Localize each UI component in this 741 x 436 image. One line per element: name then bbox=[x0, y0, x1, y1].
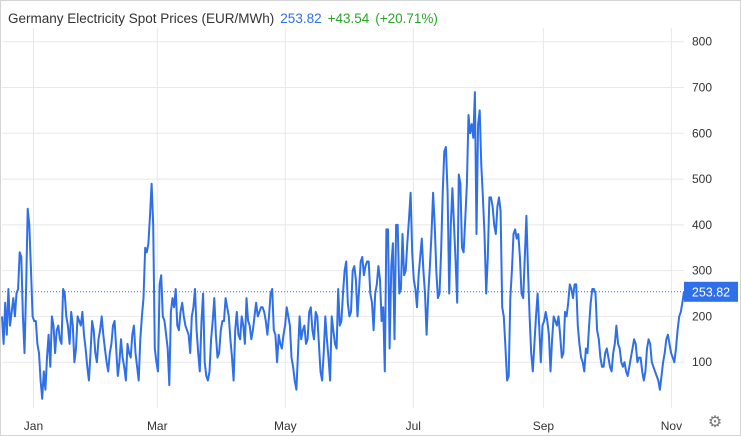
y-tick-label: 700 bbox=[692, 81, 712, 95]
x-tick-label: Jul bbox=[406, 419, 421, 433]
y-axis: 100 200 300 400 500 600 700 800 bbox=[692, 35, 712, 369]
x-tick-label: Jan bbox=[24, 419, 43, 433]
gear-icon[interactable]: ⚙ bbox=[706, 414, 724, 432]
y-tick-label: 500 bbox=[692, 172, 712, 186]
x-tick-label: Sep bbox=[533, 419, 555, 433]
x-tick-label: Nov bbox=[661, 419, 682, 433]
last-value-tag-label: 253.82 bbox=[692, 285, 730, 299]
y-tick-label: 800 bbox=[692, 35, 712, 49]
y-tick-label: 100 bbox=[692, 355, 712, 369]
x-tick-label: May bbox=[274, 419, 297, 433]
y-tick-label: 200 bbox=[692, 309, 712, 323]
x-tick-label: Mar bbox=[147, 419, 168, 433]
line-chart: 100 200 300 400 500 600 700 800 Jan Mar May Jul Sep… bbox=[1, 28, 738, 433]
y-tick-label: 600 bbox=[692, 126, 712, 140]
series-line bbox=[1, 91, 685, 400]
y-tick-label: 400 bbox=[692, 218, 712, 232]
x-axis: Jan Mar May Jul Sep Nov bbox=[24, 419, 682, 433]
y-tick-label: 300 bbox=[692, 264, 712, 278]
series-layer bbox=[1, 91, 685, 400]
